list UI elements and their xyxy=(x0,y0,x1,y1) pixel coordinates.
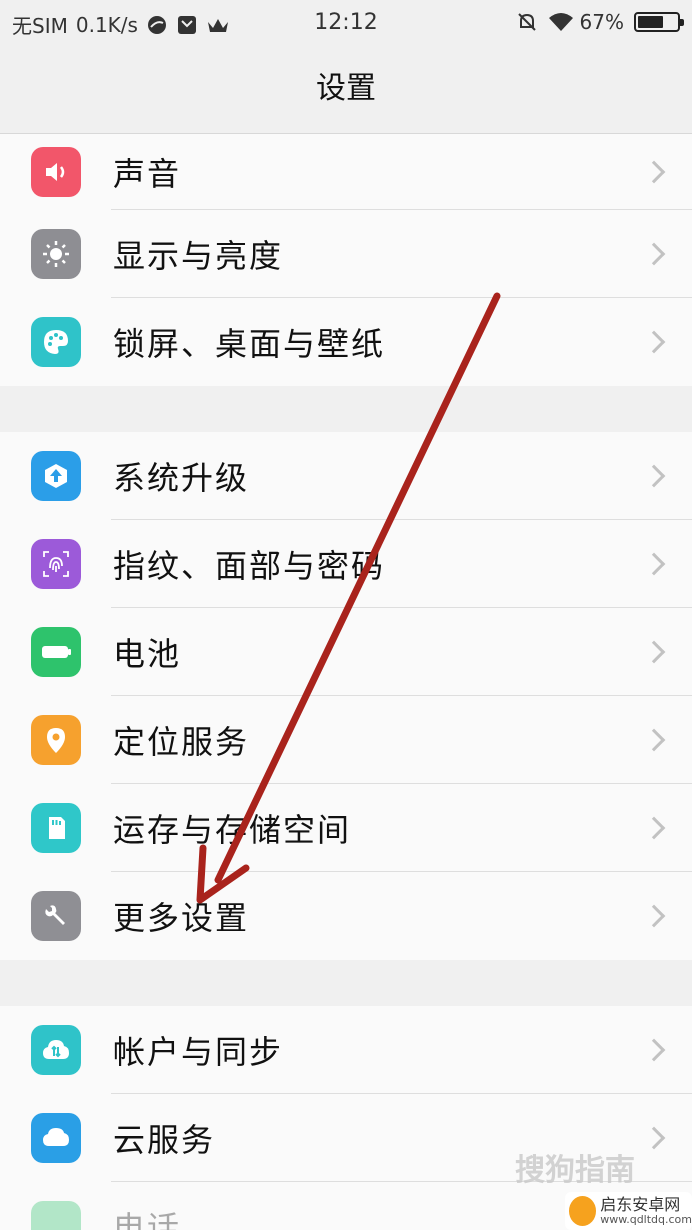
settings-item-ram-storage[interactable]: 运存与存储空间 xyxy=(0,784,692,872)
chevron-right-icon xyxy=(642,816,666,840)
settings-list: 声音 显示与亮度 锁屏、桌面与壁纸 系统升级 指纹、面部与密码 电池 定位服务 … xyxy=(0,134,692,1230)
battery-percent: 67% xyxy=(579,10,624,34)
settings-item-location-services[interactable]: 定位服务 xyxy=(0,696,692,784)
battery-icon xyxy=(31,627,81,677)
settings-item-more-settings[interactable]: 更多设置 xyxy=(0,872,692,960)
qdltdq-url: www.qdltdq.com xyxy=(600,1213,692,1226)
cloud-icon xyxy=(31,1113,81,1163)
group-spacer xyxy=(0,960,692,1006)
sun-icon xyxy=(31,229,81,279)
settings-item-label: 帐户与同步 xyxy=(113,1033,284,1071)
settings-item-label: 锁屏、桌面与壁纸 xyxy=(113,325,386,363)
speaker-icon xyxy=(31,147,81,197)
wrench-icon xyxy=(31,891,81,941)
settings-item-lockscreen-wallpaper[interactable]: 锁屏、桌面与壁纸 xyxy=(0,298,692,386)
settings-item-label: 电话 xyxy=(113,1209,182,1230)
phone-icon xyxy=(31,1201,81,1230)
chevron-right-icon xyxy=(642,1126,666,1150)
page-title: 设置 xyxy=(316,71,376,106)
settings-group-system: 系统升级 指纹、面部与密码 电池 定位服务 运存与存储空间 更多设置 xyxy=(0,432,692,960)
settings-item-label: 云服务 xyxy=(113,1121,216,1159)
qdltdq-watermark: 启东安卓网 www.qdltdq.com xyxy=(565,1192,692,1230)
status-bar: 无SIM 0.1K/s 12:12 67% xyxy=(0,0,692,44)
sogou-watermark: 搜狗指南 xyxy=(515,1153,635,1188)
wifi-icon xyxy=(548,11,573,33)
location-icon xyxy=(31,715,81,765)
sdcard-icon xyxy=(31,803,81,853)
page-title-bar: 设置 xyxy=(0,44,692,134)
upgrade-icon xyxy=(31,451,81,501)
qdltdq-name: 启东安卓网 xyxy=(600,1195,681,1214)
qdltdq-logo-icon xyxy=(569,1196,597,1226)
chevron-right-icon xyxy=(642,728,666,752)
settings-item-label: 运存与存储空间 xyxy=(113,811,352,849)
fingerprint-icon xyxy=(31,539,81,589)
chevron-right-icon xyxy=(642,904,666,928)
battery-indicator-icon xyxy=(634,12,684,32)
group-spacer xyxy=(0,386,692,432)
settings-item-label: 声音 xyxy=(113,155,182,193)
palette-icon xyxy=(31,317,81,367)
settings-group-display: 声音 显示与亮度 锁屏、桌面与壁纸 xyxy=(0,134,692,386)
settings-item-fingerprint-face-password[interactable]: 指纹、面部与密码 xyxy=(0,520,692,608)
settings-item-label: 电池 xyxy=(113,635,182,673)
chevron-right-icon xyxy=(642,552,666,576)
settings-item-label: 指纹、面部与密码 xyxy=(113,547,386,585)
chevron-right-icon xyxy=(642,1038,666,1062)
sync-icon xyxy=(31,1025,81,1075)
chevron-right-icon xyxy=(642,330,666,354)
settings-item-label: 定位服务 xyxy=(113,723,250,761)
chevron-right-icon xyxy=(642,160,666,184)
settings-item-display-brightness[interactable]: 显示与亮度 xyxy=(0,210,692,298)
chevron-right-icon xyxy=(642,640,666,664)
settings-item-sound[interactable]: 声音 xyxy=(0,134,692,210)
settings-item-system-upgrade[interactable]: 系统升级 xyxy=(0,432,692,520)
settings-item-label: 显示与亮度 xyxy=(113,237,284,275)
chevron-right-icon xyxy=(642,242,666,266)
mute-bell-icon xyxy=(516,11,538,33)
settings-item-battery[interactable]: 电池 xyxy=(0,608,692,696)
chevron-right-icon xyxy=(642,464,666,488)
settings-item-label: 系统升级 xyxy=(113,459,250,497)
settings-item-label: 更多设置 xyxy=(113,899,250,937)
settings-item-accounts-sync[interactable]: 帐户与同步 xyxy=(0,1006,692,1094)
